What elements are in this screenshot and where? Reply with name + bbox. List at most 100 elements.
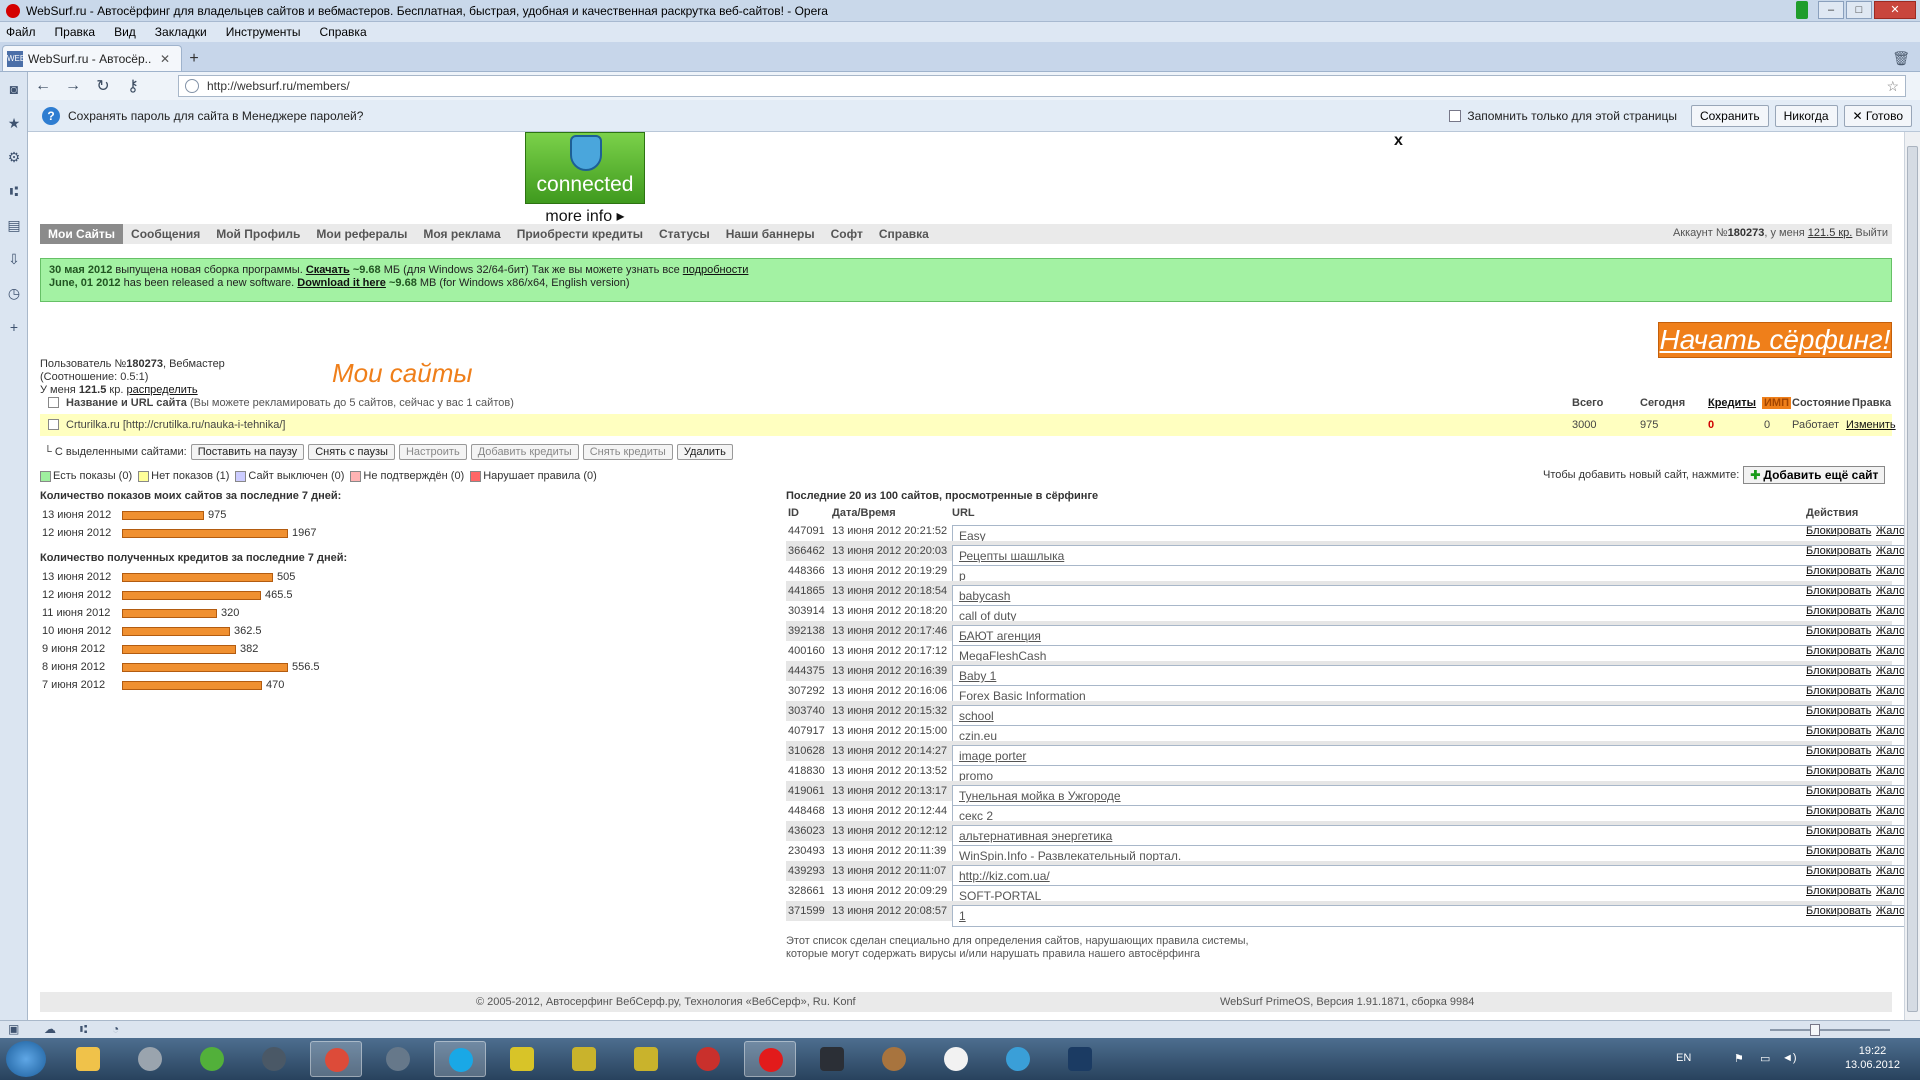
account-balance-link[interactable]: 121.5 кр. bbox=[1808, 227, 1853, 239]
block-link[interactable]: Блокировать bbox=[1806, 525, 1871, 537]
connected-badge[interactable]: connected bbox=[525, 132, 645, 204]
download-link-en[interactable]: Download it here bbox=[297, 277, 386, 289]
address-field[interactable]: http://websurf.ru/members/ ☆ bbox=[178, 75, 1906, 97]
complain-link[interactable]: Жалоба bbox=[1876, 645, 1904, 657]
block-link[interactable]: Блокировать bbox=[1806, 805, 1871, 817]
block-link[interactable]: Блокировать bbox=[1806, 705, 1871, 717]
block-link[interactable]: Блокировать bbox=[1806, 885, 1871, 897]
nav-banners[interactable]: Наши баннеры bbox=[718, 224, 823, 244]
unpause-button[interactable]: Снять с паузы bbox=[308, 444, 395, 460]
nav-statuses[interactable]: Статусы bbox=[651, 224, 718, 244]
edit-site-link[interactable]: Изменить bbox=[1846, 419, 1896, 431]
complain-link[interactable]: Жалоба bbox=[1876, 685, 1904, 697]
nav-messages[interactable]: Сообщения bbox=[123, 224, 208, 244]
taskbar-explorer[interactable] bbox=[62, 1041, 114, 1077]
complain-link[interactable]: Жалоба bbox=[1876, 725, 1904, 737]
taskbar-app-99-b[interactable] bbox=[620, 1041, 672, 1077]
complain-link[interactable]: Жалоба bbox=[1876, 525, 1904, 537]
taskbar-opera[interactable] bbox=[744, 1041, 796, 1077]
browser-tab[interactable]: WEB WebSurf.ru - Автосёр... ✕ bbox=[2, 45, 182, 71]
complain-link[interactable]: Жалоба bbox=[1876, 765, 1904, 777]
tray-network-icon[interactable]: ▭ bbox=[1760, 1052, 1770, 1065]
complain-link[interactable]: Жалоба bbox=[1876, 665, 1904, 677]
nav-software[interactable]: Софт bbox=[823, 224, 871, 244]
nav-help[interactable]: Справка bbox=[871, 224, 937, 244]
save-password-button[interactable]: Сохранить bbox=[1690, 105, 1769, 127]
taskbar-app-sound[interactable] bbox=[372, 1041, 424, 1077]
complain-link[interactable]: Жалоба bbox=[1876, 905, 1904, 917]
menu-tools[interactable]: Инструменты bbox=[226, 25, 301, 39]
taskbar-steam[interactable] bbox=[248, 1041, 300, 1077]
reload-icon[interactable]: ↻ bbox=[88, 76, 118, 96]
complain-link[interactable]: Жалоба bbox=[1876, 805, 1904, 817]
closed-tabs-trash-icon[interactable]: 🗑 bbox=[1892, 50, 1910, 67]
add-site-button[interactable]: ✚ Добавить ещё сайт bbox=[1743, 466, 1886, 484]
complain-link[interactable]: Жалоба bbox=[1876, 705, 1904, 717]
taskbar-bear[interactable] bbox=[868, 1041, 920, 1077]
scrollbar-thumb[interactable] bbox=[1907, 146, 1918, 1012]
block-link[interactable]: Блокировать bbox=[1806, 825, 1871, 837]
block-link[interactable]: Блокировать bbox=[1806, 685, 1871, 697]
block-link[interactable]: Блокировать bbox=[1806, 745, 1871, 757]
nav-referrals[interactable]: Мои рефералы bbox=[308, 224, 415, 244]
taskbar-chrome[interactable] bbox=[310, 1041, 362, 1077]
language-indicator[interactable]: EN bbox=[1676, 1052, 1691, 1064]
complain-link[interactable]: Жалоба bbox=[1876, 785, 1904, 797]
tray-flag-icon[interactable]: ⚑ bbox=[1734, 1052, 1744, 1065]
recent-url-link[interactable]: 1 bbox=[952, 905, 1904, 927]
bookmarks-star-icon[interactable]: ★ bbox=[0, 106, 28, 140]
forward-arrow-icon[interactable]: → bbox=[58, 77, 88, 95]
col-credits[interactable]: Кредиты bbox=[1708, 397, 1756, 409]
details-link[interactable]: подробности bbox=[683, 264, 749, 276]
block-link[interactable]: Блокировать bbox=[1806, 905, 1871, 917]
taskbar-panda[interactable] bbox=[930, 1041, 982, 1077]
block-link[interactable]: Блокировать bbox=[1806, 865, 1871, 877]
close-window-button[interactable]: ✕ bbox=[1874, 1, 1916, 19]
block-link[interactable]: Блокировать bbox=[1806, 845, 1871, 857]
key-icon[interactable]: ⚷ bbox=[118, 76, 148, 96]
notes-icon[interactable]: ▤ bbox=[0, 208, 28, 242]
complain-link[interactable]: Жалоба bbox=[1876, 545, 1904, 557]
menu-view[interactable]: Вид bbox=[114, 25, 136, 39]
unite-icon[interactable]: ⑆ bbox=[0, 174, 28, 208]
unite-status-icon[interactable]: ⑆ bbox=[80, 1022, 87, 1036]
block-link[interactable]: Блокировать bbox=[1806, 765, 1871, 777]
remember-page-checkbox[interactable] bbox=[1449, 110, 1462, 122]
taskbar-app-red[interactable] bbox=[682, 1041, 734, 1077]
delete-button[interactable]: Удалить bbox=[676, 444, 733, 460]
turbo-cloud-icon[interactable]: ☁ bbox=[44, 1022, 56, 1036]
add-panel-icon[interactable]: + bbox=[0, 310, 28, 344]
block-link[interactable]: Блокировать bbox=[1806, 585, 1871, 597]
block-link[interactable]: Блокировать bbox=[1806, 665, 1871, 677]
taskbar-wave[interactable] bbox=[992, 1041, 1044, 1077]
nav-profile[interactable]: Мой Профиль bbox=[208, 224, 308, 244]
pause-button[interactable]: Поставить на паузу bbox=[190, 444, 305, 460]
back-arrow-icon[interactable]: ← bbox=[28, 77, 58, 95]
bookmark-star-icon[interactable]: ☆ bbox=[1886, 78, 1899, 95]
block-link[interactable]: Блокировать bbox=[1806, 565, 1871, 577]
taskbar-skype[interactable] bbox=[434, 1041, 486, 1077]
tab-close-icon[interactable]: ✕ bbox=[160, 52, 170, 66]
nav-buy-credits[interactable]: Приобрести кредиты bbox=[509, 224, 651, 244]
panel-toggle-icon[interactable]: ▣ bbox=[8, 1022, 19, 1036]
speed-icon[interactable]: ◔ bbox=[112, 1022, 119, 1036]
start-surfing-button[interactable]: Начать сёрфинг! bbox=[1658, 322, 1892, 358]
settings-gear-icon[interactable]: ⚙ bbox=[0, 140, 28, 174]
site-row-checkbox[interactable] bbox=[48, 419, 59, 430]
complain-link[interactable]: Жалоба bbox=[1876, 585, 1904, 597]
taskbar-app-99-a[interactable] bbox=[558, 1041, 610, 1077]
nav-my-ads[interactable]: Моя реклама bbox=[415, 224, 508, 244]
block-link[interactable]: Блокировать bbox=[1806, 645, 1871, 657]
taskbar-utorrent[interactable] bbox=[186, 1041, 238, 1077]
complain-link[interactable]: Жалоба bbox=[1876, 625, 1904, 637]
done-button[interactable]: ✕ Готово bbox=[1843, 105, 1912, 127]
page-scrollbar[interactable] bbox=[1904, 132, 1920, 1020]
taskbar-media[interactable] bbox=[124, 1041, 176, 1077]
block-link[interactable]: Блокировать bbox=[1806, 545, 1871, 557]
block-link[interactable]: Блокировать bbox=[1806, 625, 1871, 637]
menu-file[interactable]: Файл bbox=[6, 25, 36, 39]
configure-button[interactable]: Настроить bbox=[398, 444, 467, 460]
logout-link[interactable]: Выйти bbox=[1855, 227, 1888, 239]
tray-clock[interactable]: 19:22 13.06.2012 bbox=[1845, 1044, 1900, 1072]
taskbar-terminal[interactable] bbox=[806, 1041, 858, 1077]
